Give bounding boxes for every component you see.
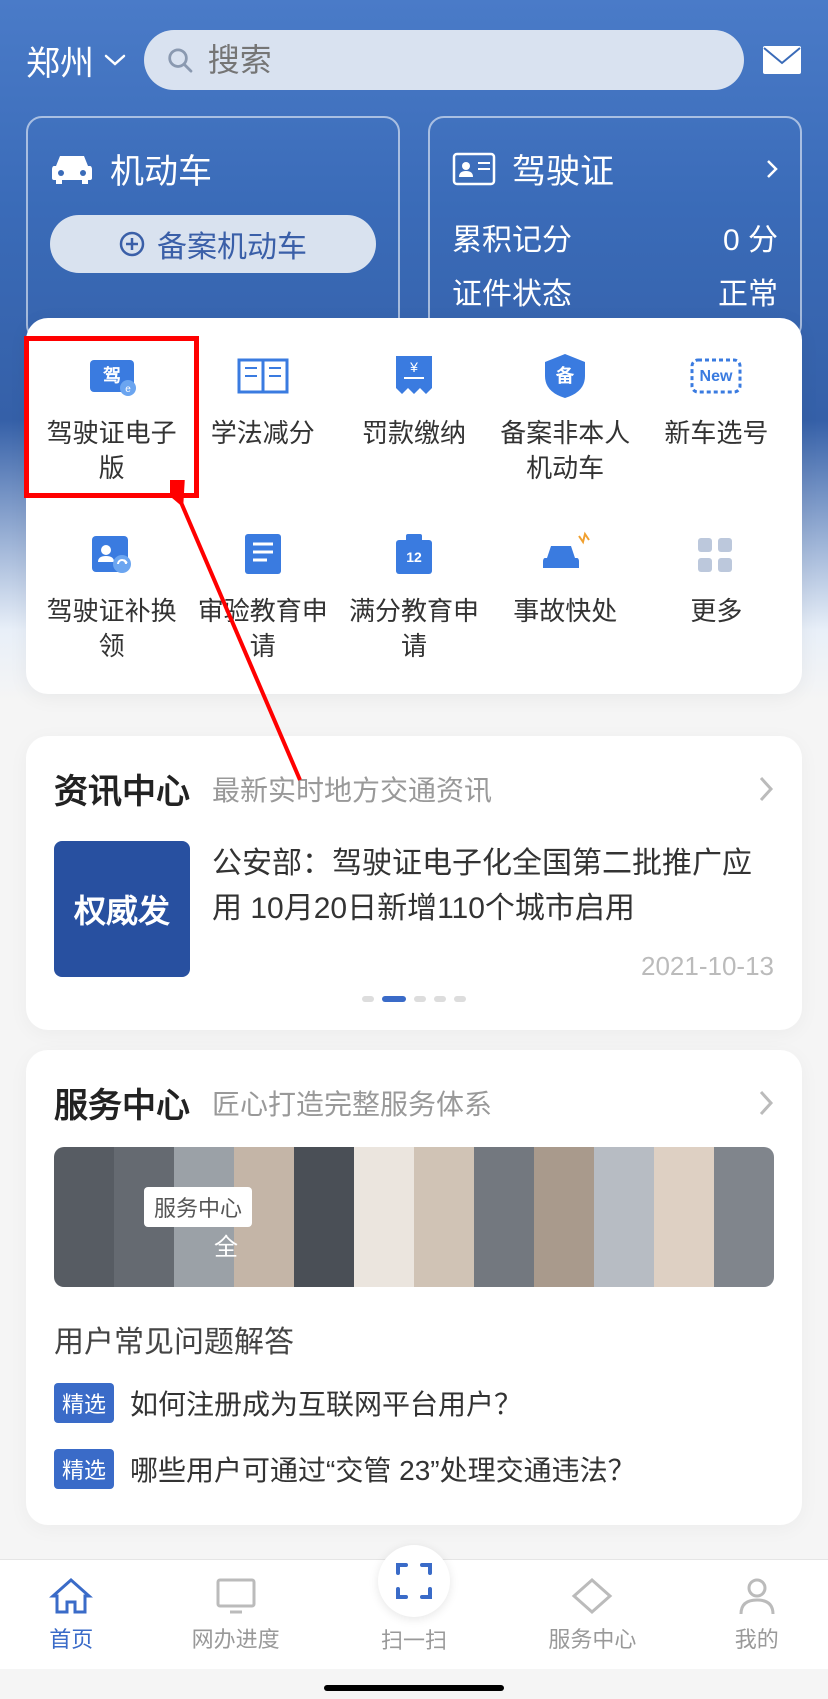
status-label: 证件状态 [452, 269, 572, 313]
location-text: 郑州 [26, 36, 94, 85]
scan-icon [392, 1559, 436, 1603]
search-box[interactable] [144, 30, 744, 90]
monitor-icon [214, 1576, 258, 1616]
news-header[interactable]: 资讯中心 最新实时地方交通资讯 [54, 764, 774, 813]
news-item[interactable]: 权威发 公安部：驾驶证电子化全国第二批推广应用 10月20日新增110个城市启用… [54, 841, 774, 982]
nav-service[interactable]: 服务中心 [548, 1576, 636, 1654]
service-center-section: 服务中心 匠心打造完整服务体系 服务中心 全 用户常见问题解答 精选如何注册成为… [26, 1050, 802, 1525]
faq-tag: 精选 [54, 1449, 114, 1489]
service-label: 学法减分 [211, 416, 315, 451]
car-icon [50, 152, 94, 186]
news-section: 资讯中心 最新实时地方交通资讯 权威发 公安部：驾驶证电子化全国第二批推广应用 … [26, 736, 802, 1030]
nav-progress[interactable]: 网办进度 [192, 1576, 280, 1654]
diamond-icon [570, 1576, 614, 1616]
nav-mine[interactable]: 我的 [735, 1576, 779, 1654]
service-icon: 备 [533, 348, 597, 402]
service-item-7[interactable]: 12 满分教育申请 [338, 526, 489, 664]
service-center-title: 服务中心 [54, 1078, 190, 1127]
service-icon [231, 526, 295, 580]
nav-home-label: 首页 [49, 1622, 93, 1654]
faq-tag: 精选 [54, 1383, 114, 1423]
service-icon [231, 348, 295, 402]
faq-text: 哪些用户可通过“交管 23”处理交通违法？ [130, 1449, 636, 1489]
service-item-3[interactable]: 备备案非本人机动车 [490, 348, 641, 486]
bottom-nav: 首页 网办进度 扫一扫 服务中心 我的 [0, 1559, 828, 1669]
svg-text:¥: ¥ [409, 359, 418, 375]
service-item-8[interactable]: 事故快处 [490, 526, 641, 664]
mail-icon[interactable] [762, 45, 802, 75]
service-item-9[interactable]: 更多 [641, 526, 792, 664]
points-label: 累积记分 [452, 215, 572, 259]
faq-item-1[interactable]: 精选哪些用户可通过“交管 23”处理交通违法？ [54, 1449, 774, 1489]
service-label: 罚款缴纳 [362, 416, 466, 451]
news-title: 资讯中心 [54, 764, 190, 813]
service-icon [80, 526, 144, 580]
id-card-icon [452, 152, 496, 186]
points-value: 0 分 [723, 215, 778, 259]
home-icon [49, 1576, 93, 1616]
home-indicator [324, 1685, 504, 1691]
service-label: 备案非本人机动车 [500, 416, 630, 486]
vehicle-card-title: 机动车 [110, 144, 212, 193]
nav-service-label: 服务中心 [548, 1622, 636, 1654]
license-card[interactable]: 驾驶证 累积记分 0 分 证件状态 正常 [428, 116, 802, 341]
service-grid-card: 驾e驾驶证电子版学法减分¥罚款缴纳备备案非本人机动车New新车选号驾驶证补换领审… [26, 318, 802, 694]
faq-text: 如何注册成为互联网平台用户？ [130, 1383, 522, 1423]
vehicle-card[interactable]: 机动车 备案机动车 [26, 116, 400, 341]
register-vehicle-button[interactable]: 备案机动车 [50, 215, 376, 273]
news-date: 2021-10-13 [212, 951, 774, 982]
service-item-1[interactable]: 学法减分 [187, 348, 338, 486]
news-headline: 公安部：驾驶证电子化全国第二批推广应用 10月20日新增110个城市启用 [212, 841, 774, 931]
service-item-2[interactable]: ¥ 罚款缴纳 [338, 348, 489, 486]
service-item-0[interactable]: 驾e驾驶证电子版 [36, 348, 187, 486]
service-label: 事故快处 [513, 594, 617, 629]
search-input[interactable] [208, 42, 722, 79]
service-icon [684, 526, 748, 580]
service-label: 驾驶证补换领 [47, 594, 177, 664]
svg-text:备: 备 [555, 365, 575, 386]
service-center-header[interactable]: 服务中心 匠心打造完整服务体系 [54, 1078, 774, 1127]
nav-mine-label: 我的 [735, 1622, 779, 1654]
news-subtitle: 最新实时地方交通资讯 [212, 769, 492, 809]
plus-circle-icon [119, 231, 145, 257]
service-label: 审验教育申请 [198, 594, 328, 664]
banner-text: 全 [214, 1227, 238, 1262]
service-icon [533, 526, 597, 580]
service-item-4[interactable]: New 新车选号 [641, 348, 792, 486]
location-selector[interactable]: 郑州 [26, 36, 126, 85]
register-vehicle-label: 备案机动车 [157, 222, 307, 266]
service-banner[interactable]: 服务中心 全 [54, 1147, 774, 1287]
svg-text:New: New [700, 368, 733, 385]
nav-progress-label: 网办进度 [192, 1622, 280, 1654]
service-center-subtitle: 匠心打造完整服务体系 [212, 1083, 492, 1123]
chevron-down-icon [104, 54, 126, 66]
carousel-dots[interactable] [54, 996, 774, 1002]
highlight-box [24, 336, 199, 498]
service-label: 新车选号 [664, 416, 768, 451]
banner-tag: 服务中心 [144, 1187, 252, 1227]
service-item-6[interactable]: 审验教育申请 [187, 526, 338, 664]
user-icon [735, 1576, 779, 1616]
status-value: 正常 [718, 269, 778, 313]
search-icon [166, 45, 194, 75]
chevron-right-icon [766, 159, 778, 179]
license-card-title: 驾驶证 [512, 144, 614, 193]
nav-scan-label: 扫一扫 [381, 1623, 447, 1655]
nav-scan[interactable]: 扫一扫 [378, 1575, 450, 1655]
service-label: 满分教育申请 [349, 594, 479, 664]
chevron-right-icon [758, 775, 774, 803]
faq-item-0[interactable]: 精选如何注册成为互联网平台用户？ [54, 1383, 774, 1423]
nav-home[interactable]: 首页 [49, 1576, 93, 1654]
service-icon: ¥ [382, 348, 446, 402]
chevron-right-icon [758, 1089, 774, 1117]
faq-title: 用户常见问题解答 [54, 1317, 774, 1361]
service-icon: 12 [382, 526, 446, 580]
service-item-5[interactable]: 驾驶证补换领 [36, 526, 187, 664]
service-label: 更多 [690, 594, 742, 629]
svg-text:12: 12 [406, 549, 422, 565]
news-thumbnail: 权威发 [54, 841, 190, 977]
service-icon: New [684, 348, 748, 402]
